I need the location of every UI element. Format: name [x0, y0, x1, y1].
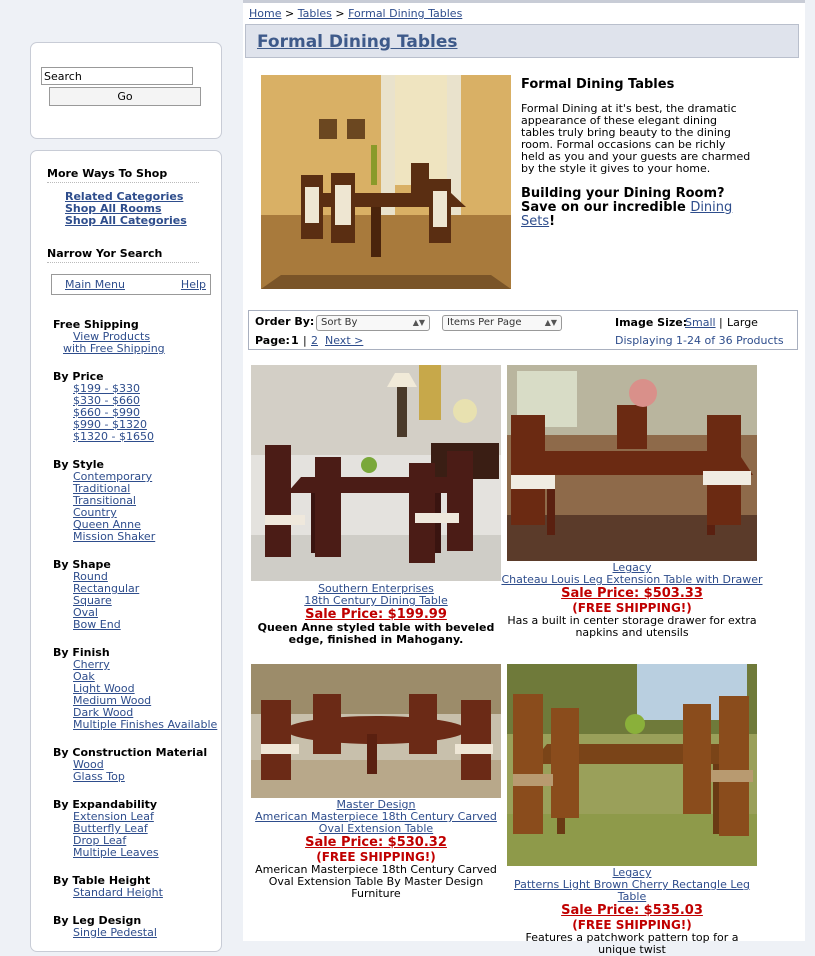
- breadcrumb-separator: >: [335, 7, 345, 20]
- product-image[interactable]: [507, 664, 757, 866]
- narrow-search-heading: Narrow Yor Search: [47, 247, 199, 263]
- product-card-3: Master Design American Masterpiece 18th …: [243, 799, 509, 900]
- filter-link[interactable]: $1320 - $1650: [73, 431, 154, 443]
- intro-text: Formal Dining at it's best, the dramatic…: [521, 102, 751, 175]
- menu-help-box: Main Menu Help: [51, 274, 211, 295]
- filter-group-leg-design: By Leg Design Single Pedestal: [53, 915, 157, 939]
- breadcrumb: Home > Tables > Formal Dining Tables: [249, 7, 462, 20]
- filter-group-expandability: By Expandability Extension Leaf Butterfl…: [53, 799, 159, 859]
- building-promo: Building your Dining Room? Save on our i…: [521, 187, 751, 229]
- main-content: Home > Tables > Formal Dining Tables For…: [243, 0, 805, 956]
- product-image[interactable]: [251, 664, 501, 798]
- product-description: Has a built in center storage drawer for…: [507, 614, 757, 639]
- filter-group-style: By Style Contemporary Traditional Transi…: [53, 459, 155, 543]
- search-box: Go: [30, 42, 222, 139]
- product-name-link[interactable]: Patterns Light Brown Cherry Rectangle Le…: [501, 879, 763, 903]
- right-margin: [805, 0, 815, 938]
- shop-box: More Ways To Shop Related Categories Sho…: [30, 150, 222, 952]
- product-name-link[interactable]: 18th Century Dining Table: [243, 595, 509, 607]
- filter-group-material: By Construction Material Wood Glass Top: [53, 747, 207, 783]
- current-page: 1: [291, 334, 299, 347]
- filter-link[interactable]: Multiple Leaves: [73, 847, 159, 859]
- breadcrumb-home[interactable]: Home: [249, 7, 281, 20]
- product-image[interactable]: [507, 365, 757, 561]
- breadcrumb-separator: >: [284, 7, 295, 20]
- filter-link[interactable]: Single Pedestal: [73, 927, 157, 939]
- product-price: Sale Price: $535.03: [561, 903, 703, 918]
- filter-link[interactable]: Bow End: [73, 619, 139, 631]
- order-by-label: Order By:: [255, 315, 315, 328]
- page-title: Formal Dining Tables: [257, 32, 458, 52]
- product-price: Sale Price: $199.99: [305, 607, 447, 622]
- product-name-link[interactable]: American Masterpiece 18th Century Carved…: [243, 811, 509, 835]
- building-end: !: [549, 214, 556, 229]
- select-arrows-icon: ▲▼: [412, 318, 425, 327]
- filter-group-shape: By Shape Round Rectangular Square Oval B…: [53, 559, 139, 631]
- title-bar: Formal Dining Tables: [245, 24, 799, 58]
- filter-link[interactable]: Mission Shaker: [73, 531, 155, 543]
- free-shipping-group: Free Shipping View Products with Free Sh…: [53, 319, 165, 355]
- help-link[interactable]: Help: [181, 278, 206, 291]
- sort-by-value: Sort By: [321, 317, 358, 328]
- displaying-count: Displaying 1-24 of 36 Products: [615, 334, 784, 347]
- filter-group-price: By Price $199 - $330 $330 - $660 $660 - …: [53, 371, 154, 443]
- image-size-small-link[interactable]: Small: [685, 316, 716, 329]
- intro-heading: Formal Dining Tables: [521, 77, 675, 92]
- filter-group-finish: By Finish Cherry Oak Light Wood Medium W…: [53, 647, 217, 731]
- items-per-page-select[interactable]: Items Per Page ▲▼: [442, 315, 562, 331]
- image-size-label: Image Size:: [615, 316, 688, 329]
- main-menu-link[interactable]: Main Menu: [65, 278, 125, 291]
- product-description: Queen Anne styled table with beveled edg…: [257, 621, 495, 646]
- product-card-2: Legacy Chateau Louis Leg Extension Table…: [501, 562, 763, 639]
- free-shipping-badge: (FREE SHIPPING!): [572, 918, 692, 932]
- items-per-page-value: Items Per Page: [447, 317, 522, 328]
- more-ways-heading: More Ways To Shop: [47, 167, 199, 183]
- product-name-link[interactable]: Chateau Louis Leg Extension Table with D…: [501, 574, 763, 586]
- sidebar: Go More Ways To Shop Related Categories …: [0, 0, 243, 952]
- free-shipping-badge: (FREE SHIPPING!): [316, 850, 436, 864]
- filter-group-height: By Table Height Standard Height: [53, 875, 163, 899]
- free-shipping-badge: (FREE SHIPPING!): [572, 601, 692, 615]
- search-input[interactable]: [41, 67, 193, 85]
- image-size-separator: |: [719, 316, 723, 329]
- filter-link[interactable]: Glass Top: [73, 771, 207, 783]
- sort-by-select[interactable]: Sort By ▲▼: [316, 315, 430, 331]
- go-button[interactable]: Go: [49, 87, 201, 106]
- building-line-2: Save on our incredible: [521, 200, 686, 215]
- page-separator: |: [303, 334, 307, 347]
- with-free-shipping-link[interactable]: with Free Shipping: [53, 343, 165, 355]
- page-2-link[interactable]: 2: [311, 334, 318, 347]
- filter-link[interactable]: Multiple Finishes Available: [73, 719, 217, 731]
- hero-dining-room-image: [261, 75, 511, 289]
- next-page-link[interactable]: Next >: [325, 334, 363, 347]
- product-price: Sale Price: $503.33: [561, 586, 703, 601]
- image-size-large[interactable]: Large: [727, 316, 758, 329]
- shop-all-categories-link[interactable]: Shop All Categories: [65, 215, 187, 227]
- product-image[interactable]: [251, 365, 501, 581]
- product-card-4: Legacy Patterns Light Brown Cherry Recta…: [501, 867, 763, 956]
- shop-links: Related Categories Shop All Rooms Shop A…: [65, 191, 187, 227]
- page-label: Page:: [255, 334, 290, 347]
- sort-bar: Order By: Sort By ▲▼ Items Per Page ▲▼ I…: [248, 310, 798, 350]
- filter-link[interactable]: Standard Height: [73, 887, 163, 899]
- breadcrumb-tables[interactable]: Tables: [298, 7, 332, 20]
- product-price: Sale Price: $530.32: [305, 835, 447, 850]
- product-card-1: Southern Enterprises 18th Century Dining…: [243, 583, 509, 646]
- product-description: Features a patchwork pattern top for a u…: [525, 931, 739, 956]
- building-line-1: Building your Dining Room?: [521, 186, 725, 201]
- product-description: American Masterpiece 18th Century Carved…: [255, 863, 497, 900]
- select-arrows-icon: ▲▼: [544, 318, 557, 327]
- breadcrumb-current[interactable]: Formal Dining Tables: [348, 7, 462, 20]
